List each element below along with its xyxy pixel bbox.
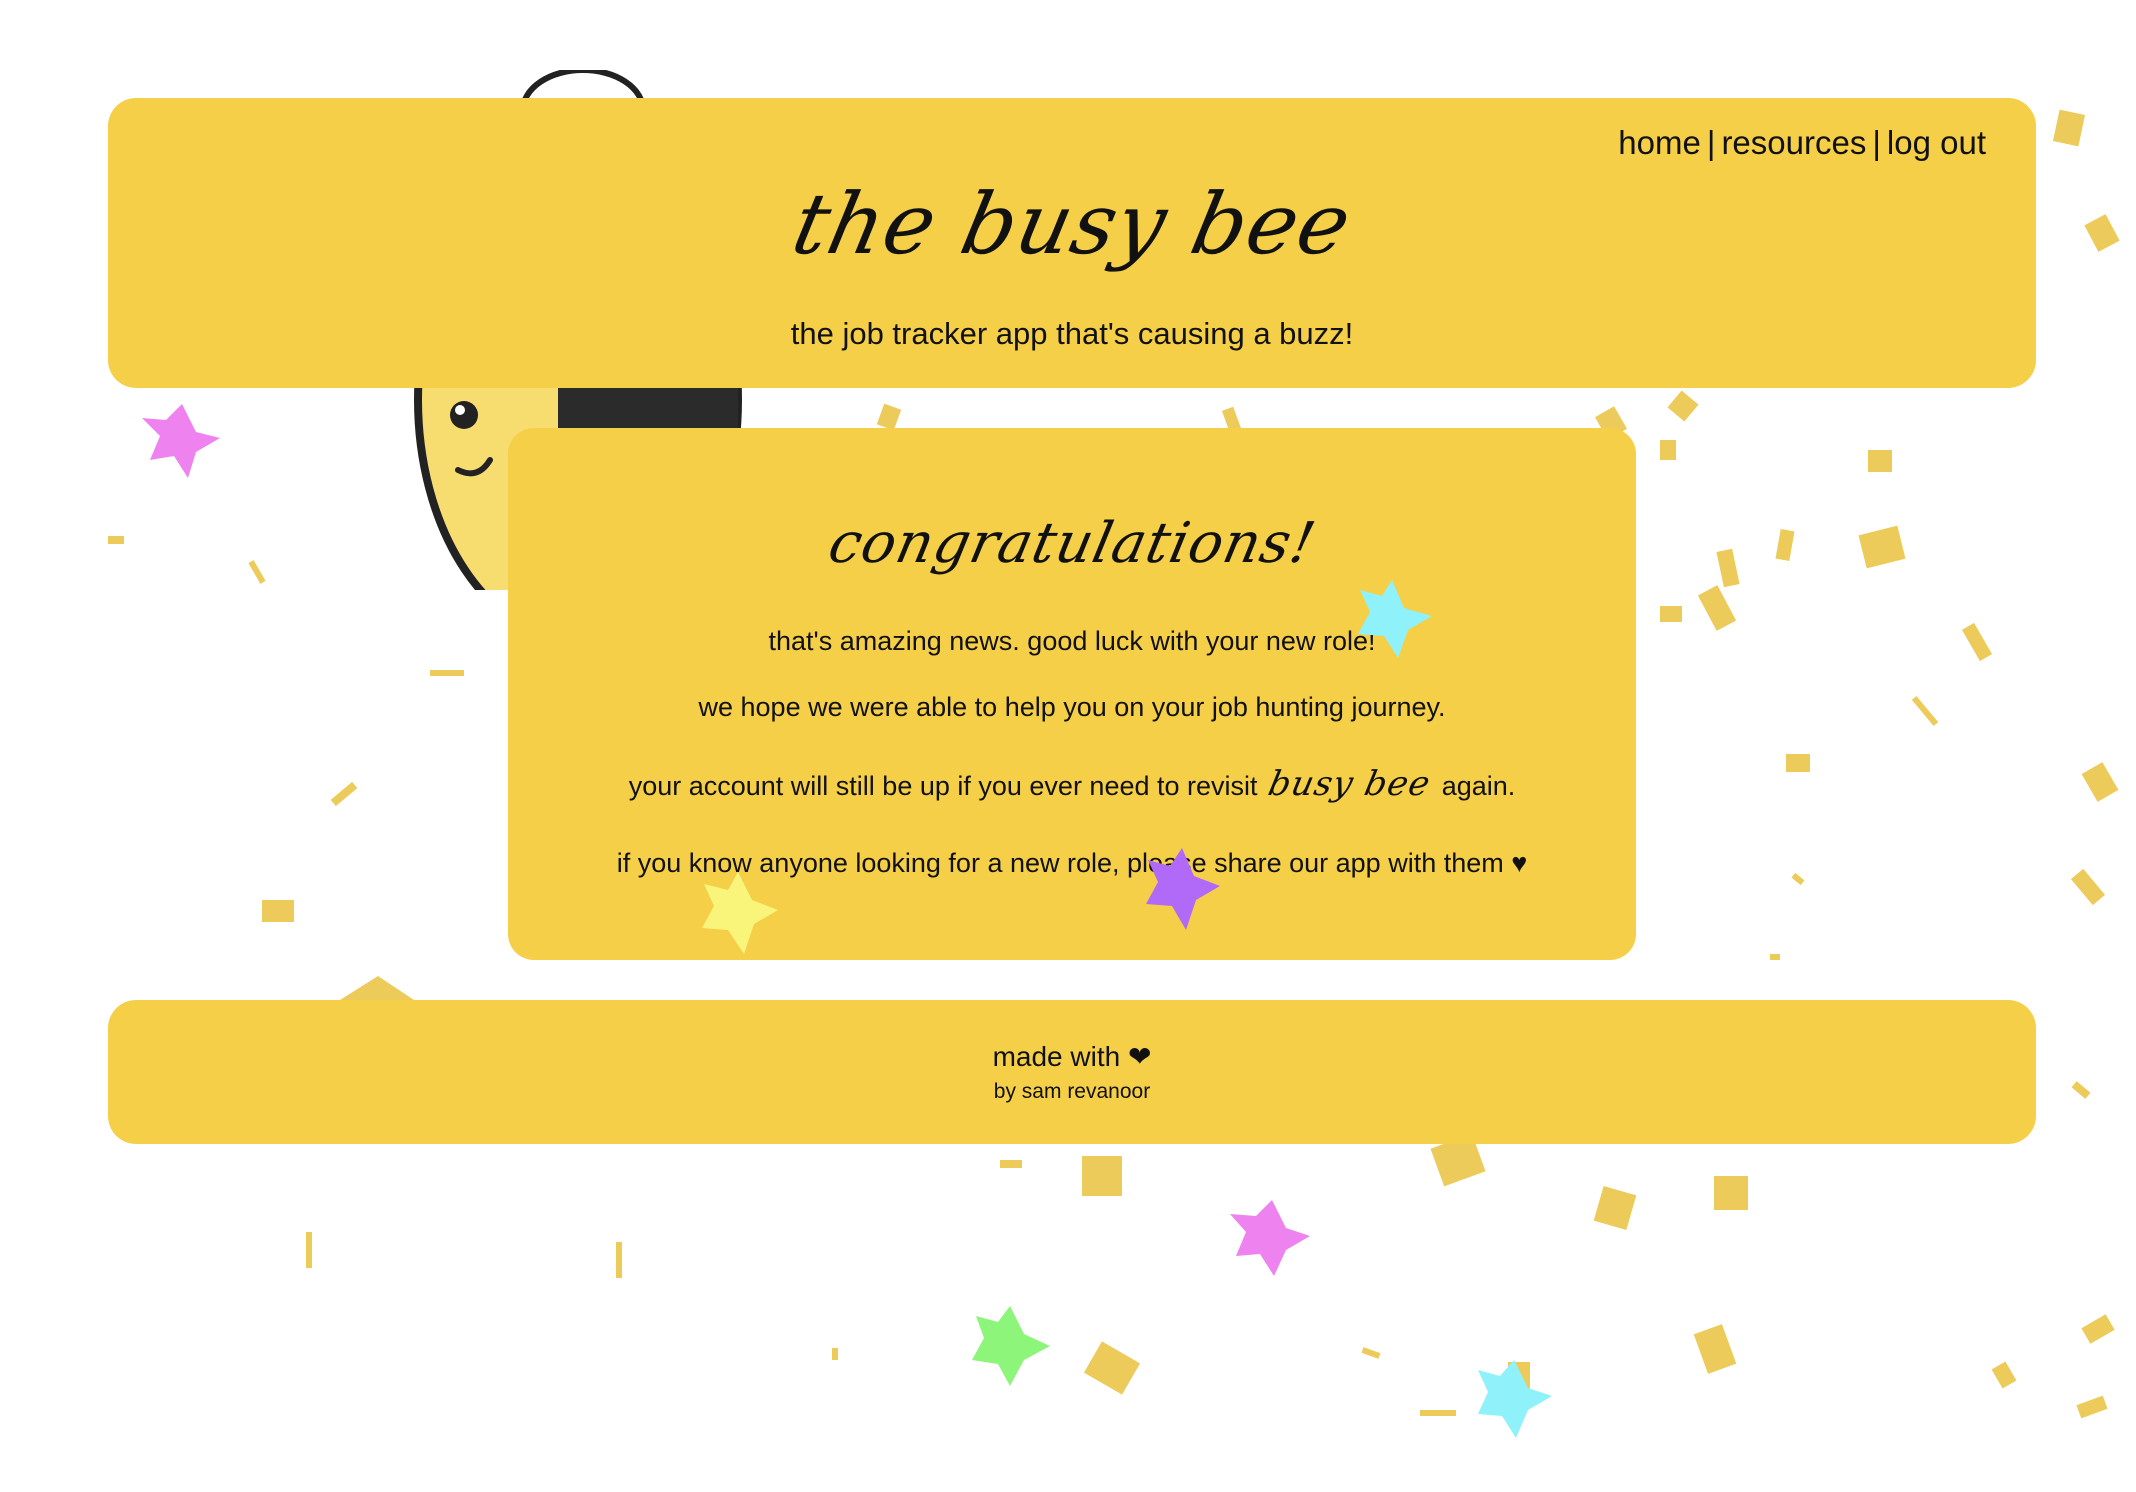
message-line-4: if you know anyone looking for a new rol…	[616, 848, 1528, 878]
author-credit: by sam revanoor	[993, 1080, 1151, 1103]
message-line-1: that's amazing news. good luck with your…	[768, 626, 1376, 656]
nav-logout-link[interactable]: log out	[1887, 124, 1986, 161]
message-line-2: we hope we were able to help you on your…	[698, 692, 1446, 722]
app-title-text: the busy bee	[784, 175, 1360, 273]
nav-separator: |	[1706, 124, 1716, 161]
top-nav: home | resources | log out	[1618, 124, 1986, 162]
nav-resources-link[interactable]: resources	[1721, 124, 1866, 161]
message-line-3-end: again.	[1441, 771, 1516, 801]
app-title: the busy bee	[108, 175, 2036, 273]
made-with-text: made with ❤	[992, 1041, 1152, 1072]
header-panel: home | resources | log out the busy bee the …	[108, 98, 2036, 388]
message-line-3-start: your account will still be up if you eve…	[628, 771, 1258, 801]
footer-panel: made with ❤ by sam revanoor	[108, 1000, 2036, 1144]
congrats-heading: congratulations!	[508, 510, 1636, 576]
app-tagline: the job tracker app that's causing a buz…	[790, 316, 1354, 351]
brand-name-inline: busy bee	[1264, 764, 1435, 804]
congrats-heading-text: congratulations!	[822, 511, 1322, 576]
star-decoration	[142, 404, 220, 478]
nav-home-link[interactable]: home	[1618, 124, 1701, 161]
nav-separator: |	[1872, 124, 1881, 161]
message-line-3: your account will still be up if you eve…	[508, 764, 1636, 804]
congrats-panel: congratulations! that's amazing news. go…	[508, 428, 1636, 960]
